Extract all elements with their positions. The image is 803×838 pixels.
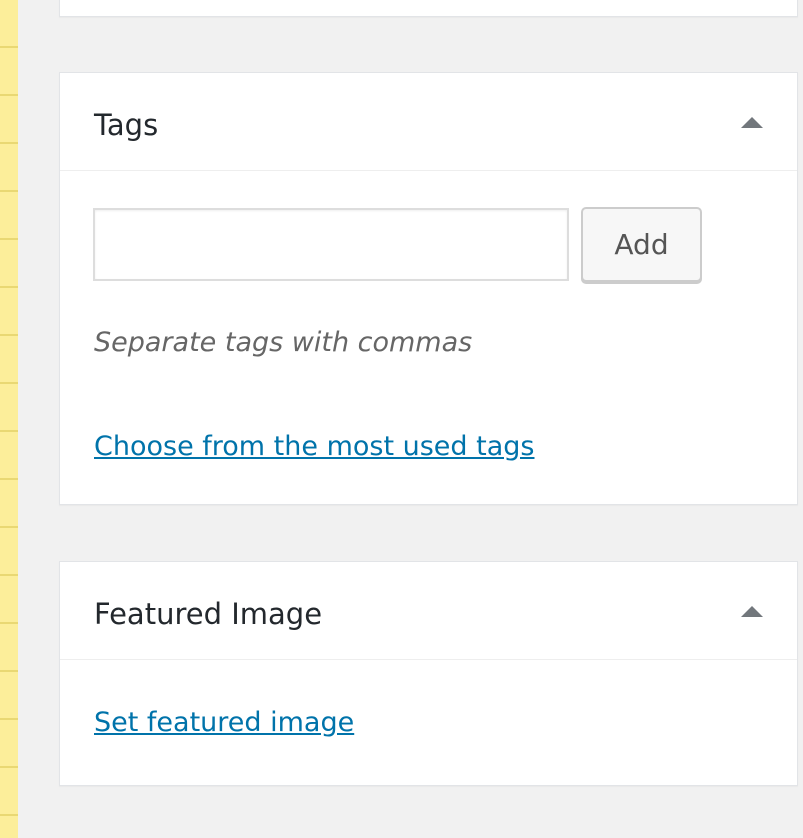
featured-image-title: Featured Image [94,597,323,631]
arrow-up-icon[interactable] [741,117,763,128]
new-tag-input[interactable] [93,208,569,281]
notepad-background [0,0,18,838]
tags-howto-text: Separate tags with commas [94,327,473,358]
admin-sidebar: Tags Add Separate tags with commas Choos… [18,0,803,838]
previous-postbox [59,0,798,17]
featured-image-postbox-header: Featured Image [60,562,797,660]
add-tag-button[interactable]: Add [581,207,702,282]
set-featured-image-link[interactable]: Set featured image [94,705,354,741]
featured-image-postbox: Featured Image Set featured image [59,561,798,786]
tags-title: Tags [94,108,159,142]
most-used-tags-link[interactable]: Choose from the most used tags [94,429,534,465]
arrow-up-icon[interactable] [741,606,763,617]
tags-postbox: Tags Add Separate tags with commas Choos… [59,72,798,505]
tags-postbox-header: Tags [60,73,797,171]
